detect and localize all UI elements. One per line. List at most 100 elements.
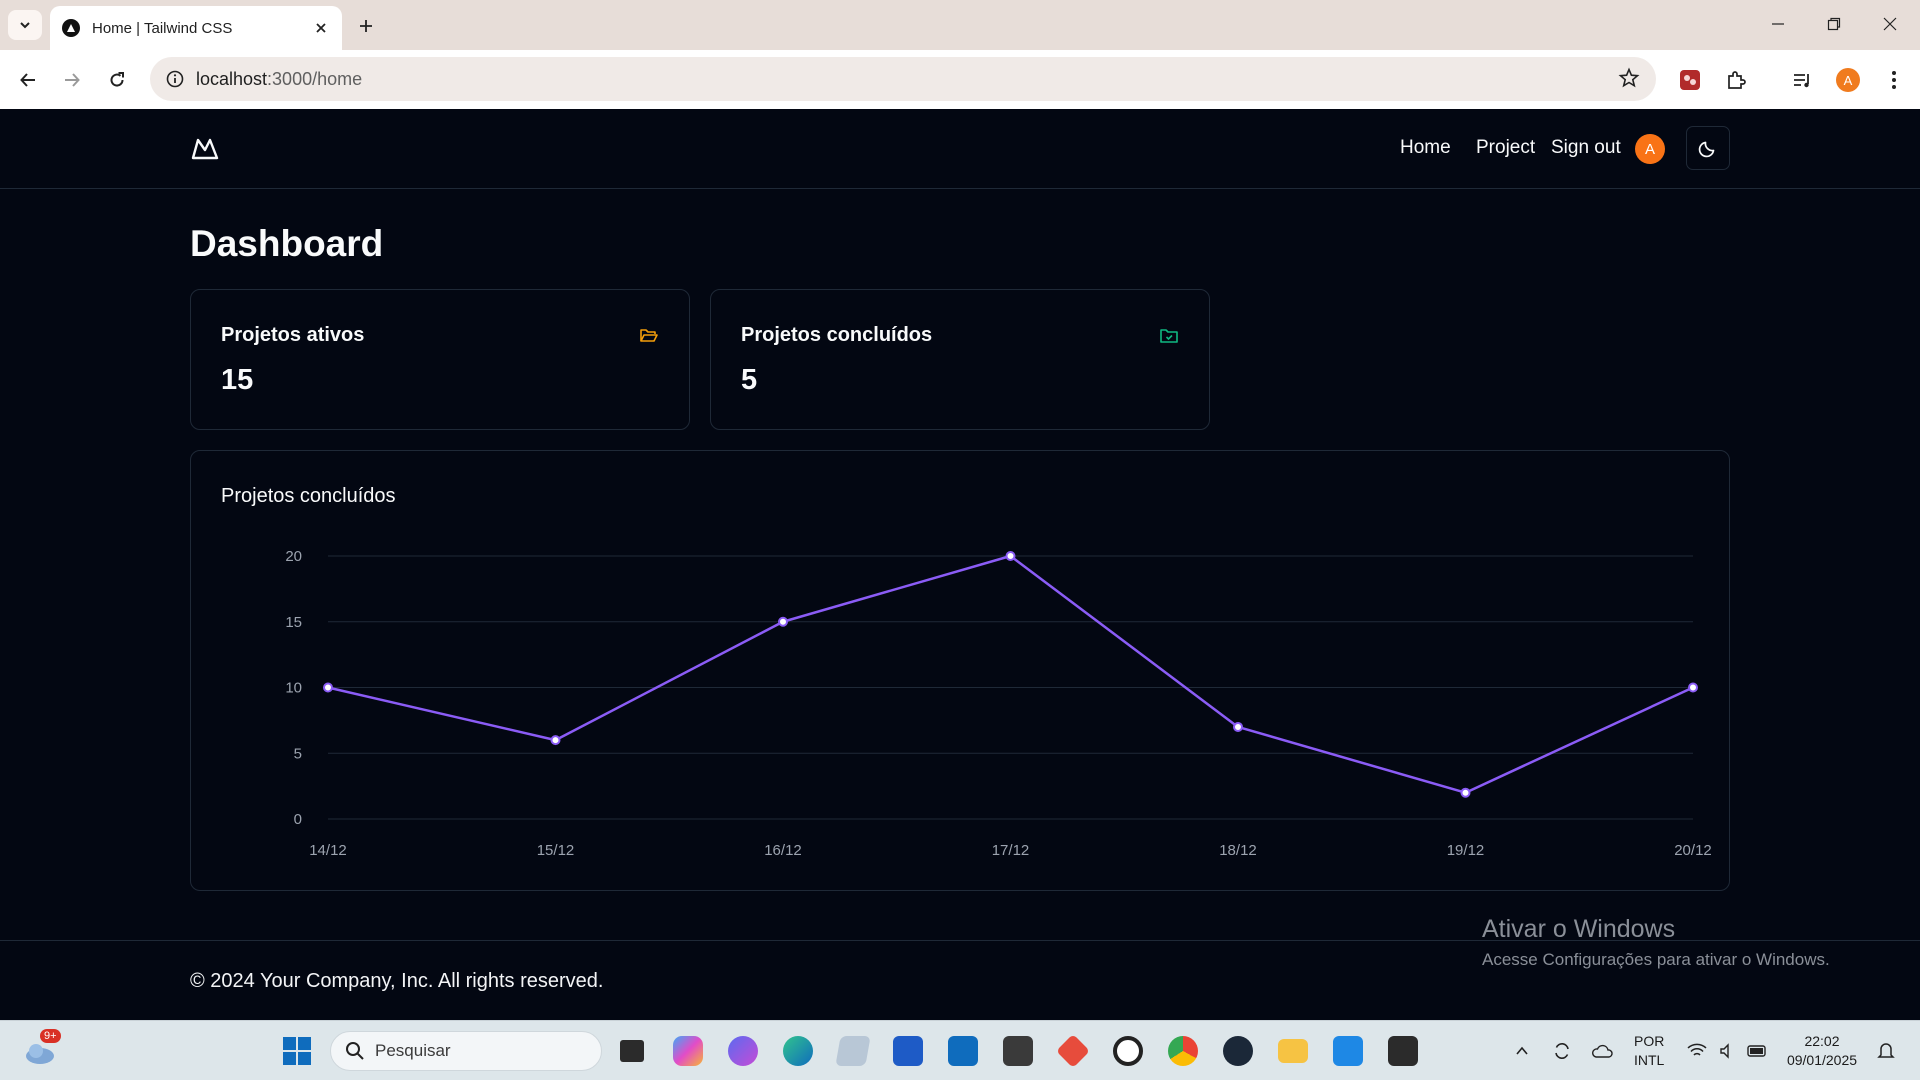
onedrive-tray-icon[interactable] [1584, 1033, 1620, 1069]
notification-badge: 9+ [40, 1029, 61, 1043]
app-icon [835, 1036, 871, 1066]
reload-button[interactable] [101, 64, 133, 96]
y-tick-label: 20 [285, 548, 302, 565]
stat-card-active: Projetos ativos 15 [190, 289, 690, 430]
git-icon [1056, 1034, 1090, 1068]
chrome-icon [1168, 1036, 1198, 1066]
terminal-app[interactable] [1385, 1033, 1421, 1069]
menu-button[interactable] [1878, 64, 1910, 96]
app-header: Home Project Sign out A [0, 109, 1920, 189]
weather-widget[interactable]: 9+ [22, 1029, 61, 1069]
speaker-icon [1720, 1043, 1729, 1059]
terminal-icon [1388, 1036, 1418, 1066]
favicon-icon [62, 19, 80, 37]
data-point [323, 682, 333, 693]
store-app[interactable] [890, 1033, 926, 1069]
app-icon-3[interactable] [1000, 1033, 1036, 1069]
forward-button[interactable] [56, 64, 88, 96]
nav-home-link[interactable]: Home [1400, 137, 1451, 159]
puzzle-icon[interactable] [1720, 64, 1752, 96]
data-point [778, 616, 788, 627]
steam-app[interactable] [1220, 1033, 1256, 1069]
data-point [1233, 721, 1243, 732]
edge-app[interactable] [780, 1033, 816, 1069]
browser-toolbar: localhost:3000/home A [0, 50, 1920, 109]
battery-tray-icon[interactable] [1740, 1033, 1776, 1069]
search-placeholder: Pesquisar [375, 1041, 451, 1060]
user-avatar[interactable]: A [1635, 134, 1665, 164]
y-tick-label: 5 [294, 745, 302, 762]
outlook-app[interactable] [945, 1033, 981, 1069]
site-info-icon[interactable] [164, 68, 186, 90]
minimize-button[interactable] [1750, 0, 1806, 48]
keyboard-layout: INTL [1634, 1052, 1665, 1068]
language-code: POR [1634, 1033, 1665, 1049]
store-icon [893, 1036, 923, 1066]
nav-sign-out-link[interactable]: Sign out [1551, 137, 1621, 159]
cloud-icon [1592, 1044, 1613, 1058]
show-hidden-icons-button[interactable] [1504, 1033, 1540, 1069]
taskbar-search[interactable]: Pesquisar [330, 1031, 602, 1071]
app-icon-4[interactable] [1110, 1033, 1146, 1069]
sync-tray-icon[interactable] [1544, 1033, 1580, 1069]
task-view-button[interactable] [614, 1033, 650, 1069]
data-point [1005, 551, 1016, 561]
stat-label: Projetos ativos [221, 324, 365, 346]
watermark-title: Ativar o Windows [1482, 915, 1676, 943]
app-icon-1[interactable] [725, 1033, 761, 1069]
moon-icon [1698, 141, 1715, 158]
folder-open-icon [640, 329, 658, 342]
steam-icon [1223, 1036, 1253, 1066]
browser-tab[interactable]: Home | Tailwind CSS [50, 6, 342, 50]
chevron-down-icon [20, 22, 30, 29]
extension-icon[interactable] [1674, 64, 1706, 96]
data-point [550, 735, 561, 746]
file-explorer-app[interactable] [1275, 1033, 1311, 1069]
notifications-button[interactable] [1868, 1033, 1904, 1069]
sync-icon [1555, 1043, 1569, 1059]
app-icon-2[interactable] [835, 1033, 871, 1069]
vscode-app[interactable] [1330, 1033, 1366, 1069]
restore-button[interactable] [1806, 0, 1862, 48]
stat-card-completed: Projetos concluídos 5 [710, 289, 1210, 430]
plus-icon [360, 20, 372, 32]
printer-icon [1003, 1036, 1033, 1066]
bookmark-star-icon[interactable] [1618, 67, 1640, 94]
close-window-button[interactable] [1862, 0, 1918, 48]
x-tick-label: 17/12 [992, 842, 1030, 859]
git-app[interactable] [1055, 1033, 1091, 1069]
vscode-icon [1333, 1036, 1363, 1066]
clock-time: 22:02 [1804, 1033, 1840, 1049]
back-button[interactable] [12, 64, 44, 96]
profile-button[interactable]: A [1832, 64, 1864, 96]
clock[interactable]: 22:02 09/01/2025 [1786, 1032, 1858, 1070]
stat-value: 5 [741, 364, 758, 396]
nav-project-link[interactable]: Project [1476, 137, 1535, 159]
y-tick-label: 0 [294, 811, 302, 828]
arrow-right-icon [65, 73, 80, 87]
input-language[interactable]: POR INTL [1634, 1032, 1664, 1070]
edge-icon [783, 1036, 813, 1066]
chart-card: Projetos concluídos 0 5 10 15 20 14/12 15/12 16… [190, 450, 1730, 891]
tab-search-button[interactable] [8, 10, 42, 40]
stat-label: Projetos concluídos [741, 324, 933, 346]
chrome-app[interactable] [1165, 1033, 1201, 1069]
colorful-app-icon [728, 1036, 758, 1066]
close-tab-icon[interactable] [310, 17, 332, 39]
new-tab-button[interactable] [352, 12, 380, 40]
logo-icon[interactable] [190, 136, 220, 162]
task-view-icon [620, 1040, 644, 1062]
x-tick-label: 14/12 [309, 842, 347, 859]
series-line [327, 554, 1694, 794]
windows-logo-icon [283, 1037, 311, 1065]
watermark-subtitle: Acesse Configurações para ativar o Windo… [1482, 950, 1830, 969]
folder-icon [1278, 1039, 1308, 1063]
copilot-app[interactable] [670, 1033, 706, 1069]
copilot-icon [673, 1036, 703, 1066]
address-bar[interactable]: localhost:3000/home [150, 57, 1656, 101]
theme-toggle-button[interactable] [1686, 126, 1730, 170]
browser-tab-bar: Home | Tailwind CSS [0, 0, 1920, 50]
start-button[interactable] [279, 1033, 315, 1069]
reload-icon [110, 72, 124, 87]
media-control-icon[interactable] [1786, 64, 1818, 96]
